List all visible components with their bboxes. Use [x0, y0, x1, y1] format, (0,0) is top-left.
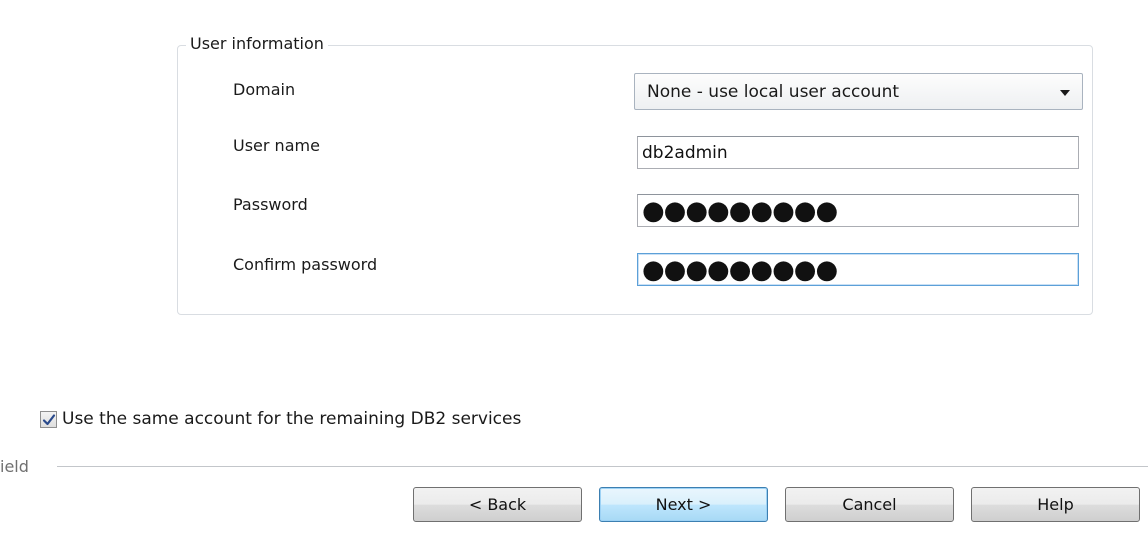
confirm-password-label: Confirm password: [233, 255, 378, 274]
username-input[interactable]: [637, 136, 1079, 169]
same-account-checkbox-label[interactable]: Use the same account for the remaining D…: [62, 409, 521, 429]
password-input[interactable]: ●●●●●●●●●: [637, 194, 1079, 227]
domain-label: Domain: [233, 80, 296, 99]
back-button[interactable]: < Back: [413, 487, 582, 522]
footer-separator: [57, 466, 1148, 467]
confirm-password-input[interactable]: ●●●●●●●●●: [637, 253, 1079, 286]
chevron-down-icon: [1060, 90, 1070, 96]
cancel-button[interactable]: Cancel: [785, 487, 954, 522]
domain-dropdown[interactable]: None - use local user account: [634, 73, 1083, 110]
domain-dropdown-value: None - use local user account: [647, 82, 900, 102]
brand-text: ield: [0, 457, 29, 476]
username-label: User name: [233, 136, 320, 155]
groupbox-legend: User information: [186, 34, 328, 53]
help-button[interactable]: Help: [971, 487, 1140, 522]
checkmark-icon: [42, 414, 56, 426]
same-account-checkbox[interactable]: [40, 411, 57, 428]
password-label: Password: [233, 195, 308, 214]
next-button[interactable]: Next >: [599, 487, 768, 522]
